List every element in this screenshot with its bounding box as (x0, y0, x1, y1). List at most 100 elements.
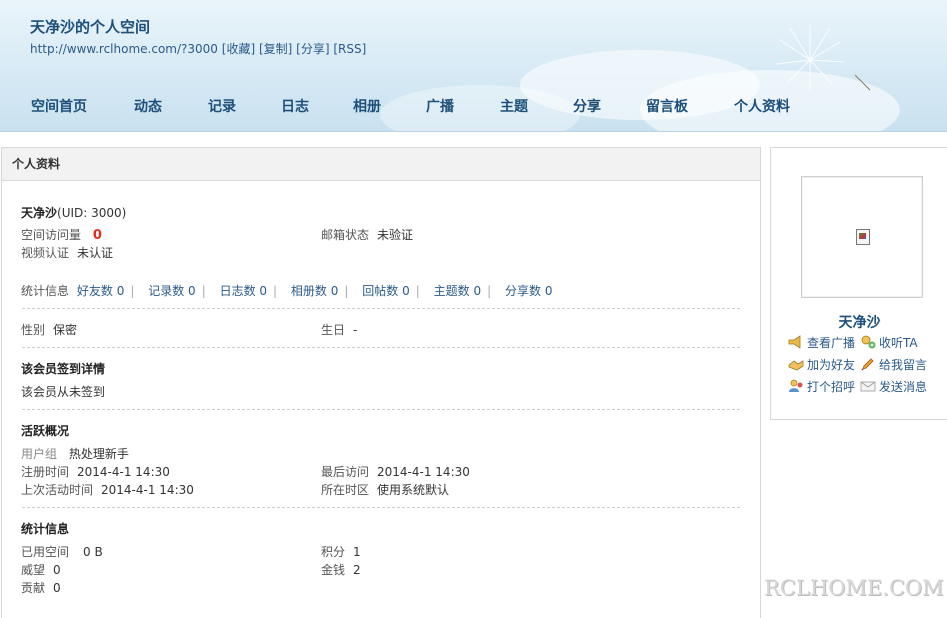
action-label: 收听TA (879, 336, 918, 350)
money-row: 金钱 2 (321, 561, 361, 578)
add-friend-button[interactable]: 加为好友 (788, 356, 855, 373)
side-user-name[interactable]: 天净沙 (771, 312, 947, 332)
nav-records[interactable]: 记录 (208, 96, 236, 116)
contrib-label: 贡献 (21, 581, 46, 595)
video-value: 未认证 (77, 246, 114, 260)
visits-value: 0 (92, 228, 102, 243)
used-space-value: 0 B (83, 545, 103, 559)
stat-value: 0 (402, 284, 410, 298)
divider: | (415, 284, 420, 298)
favorite-link[interactable]: [收藏] (222, 42, 255, 56)
used-space-label: 已用空间 (21, 545, 70, 559)
last-visit-row: 最后访问 2014-4-1 14:30 (321, 463, 470, 480)
broadcast-icon (788, 335, 804, 349)
stat-value: 0 (116, 284, 125, 298)
section-divider (22, 308, 740, 309)
stats-row: 统计信息 好友数 0 | 记录数 0 | 日志数 0 | 相册数 0 | 回帖数 0 | … (21, 282, 552, 299)
group-label: 用户组 (21, 447, 58, 461)
greet-icon (788, 379, 804, 393)
leave-message-button[interactable]: 给我留言 (860, 356, 927, 373)
last-visit-value: 2014-4-1 14:30 (377, 465, 470, 479)
space-title: 天净沙的个人空间 (30, 18, 151, 36)
reg-label: 注册时间 (21, 465, 70, 479)
nav-feed[interactable]: 动态 (134, 96, 162, 116)
points-row: 积分 1 (321, 543, 361, 560)
nav-threads[interactable]: 主题 (500, 96, 528, 116)
stat-threads-link[interactable]: 主题数 0 (434, 284, 481, 298)
last-visit-label: 最后访问 (321, 465, 370, 479)
action-label: 给我留言 (879, 358, 928, 372)
points-label: 积分 (321, 545, 346, 559)
visits-label: 空间访问量 (21, 228, 82, 242)
divider: | (487, 284, 492, 298)
stat-replies-link[interactable]: 回帖数 0 (362, 284, 409, 298)
last-active-value: 2014-4-1 14:30 (101, 483, 194, 497)
stat-label: 主题数 (433, 284, 470, 298)
reg-value: 2014-4-1 14:30 (77, 465, 170, 479)
timezone-value: 使用系统默认 (377, 483, 450, 497)
contrib-value: 0 (53, 581, 61, 595)
section-divider (22, 507, 740, 508)
nav-guestbook[interactable]: 留言板 (646, 96, 688, 116)
video-row: 视频认证 未认证 (21, 244, 113, 261)
birthday-label: 生日 (321, 323, 346, 337)
checkin-text: 该会员从未签到 (21, 385, 106, 399)
birthday-row: 生日 - (321, 321, 357, 338)
view-broadcast-button[interactable]: 查看广播 (788, 334, 855, 351)
send-message-button[interactable]: 发送消息 (860, 378, 927, 395)
divider: | (201, 284, 206, 298)
greet-button[interactable]: 打个招呼 (788, 378, 855, 395)
nav-profile[interactable]: 个人资料 (734, 96, 790, 116)
avatar[interactable] (801, 176, 923, 298)
visits-row: 空间访问量 0 (21, 226, 102, 243)
stat-value: 0 (188, 284, 196, 298)
divider: | (344, 284, 349, 298)
stat-value: 0 (259, 284, 268, 298)
follow-button[interactable]: 收听TA (860, 334, 918, 351)
stat-friends-link[interactable]: 好友数 0 (77, 284, 124, 298)
activity-title: 活跃概况 (21, 424, 70, 438)
checkin-title: 该会员签到详情 (21, 362, 106, 376)
site-watermark: RCLHOME.COM (764, 576, 944, 600)
stat-title: 统计信息 (21, 522, 70, 536)
last-active-row: 上次活动时间 2014-4-1 14:30 (21, 481, 194, 498)
prestige-value: 0 (53, 563, 61, 577)
stat-blogs-link[interactable]: 日志数 0 (220, 284, 267, 298)
share-link[interactable]: [分享] (296, 42, 329, 56)
nav-album[interactable]: 相册 (353, 96, 381, 116)
group-link[interactable]: 热处理新手 (69, 447, 129, 461)
section-divider (22, 409, 740, 410)
copy-link[interactable]: [复制] (259, 42, 292, 56)
broken-image-icon (856, 229, 870, 245)
stat-records-link[interactable]: 记录数 0 (148, 284, 195, 298)
stat-value: 0 (544, 284, 553, 298)
group-row: 用户组 热处理新手 (21, 445, 129, 462)
space-header: 天净沙的个人空间 http://www.rclhome.com/?3000 [收… (0, 0, 947, 132)
stat-label: 分享数 (505, 284, 542, 298)
nav-blog[interactable]: 日志 (281, 96, 309, 116)
stat-label: 日志数 (219, 284, 256, 298)
stat-value: 0 (330, 284, 339, 298)
stat-label: 记录数 (148, 284, 185, 298)
money-label: 金钱 (321, 563, 346, 577)
stat-label: 好友数 (76, 284, 113, 298)
profile-name: 天净沙 (21, 206, 58, 220)
nav-share[interactable]: 分享 (573, 96, 601, 116)
profile-panel: 个人资料 天净沙(UID: 3000) 空间访问量 0 邮箱状态 未验证 视频认证… (1, 147, 761, 618)
stat-value: 0 (473, 284, 482, 298)
reg-row: 注册时间 2014-4-1 14:30 (21, 463, 170, 480)
profile-name-row: 天净沙(UID: 3000) (21, 204, 126, 221)
stat-albums-link[interactable]: 相册数 0 (291, 284, 338, 298)
divider: | (273, 284, 278, 298)
stat-shares-link[interactable]: 分享数 0 (505, 284, 552, 298)
nav-broadcast[interactable]: 广播 (426, 96, 454, 116)
nav-home[interactable]: 空间首页 (31, 96, 87, 116)
birthday-value: - (353, 323, 358, 337)
divider: | (130, 284, 135, 298)
space-url-link[interactable]: http://www.rclhome.com/?3000 (30, 42, 218, 56)
rss-link[interactable]: [RSS] (333, 42, 366, 56)
section-divider (22, 347, 740, 348)
email-row: 邮箱状态 未验证 (321, 226, 413, 243)
action-label: 发送消息 (879, 380, 928, 394)
prestige-row: 威望 0 (21, 561, 61, 578)
